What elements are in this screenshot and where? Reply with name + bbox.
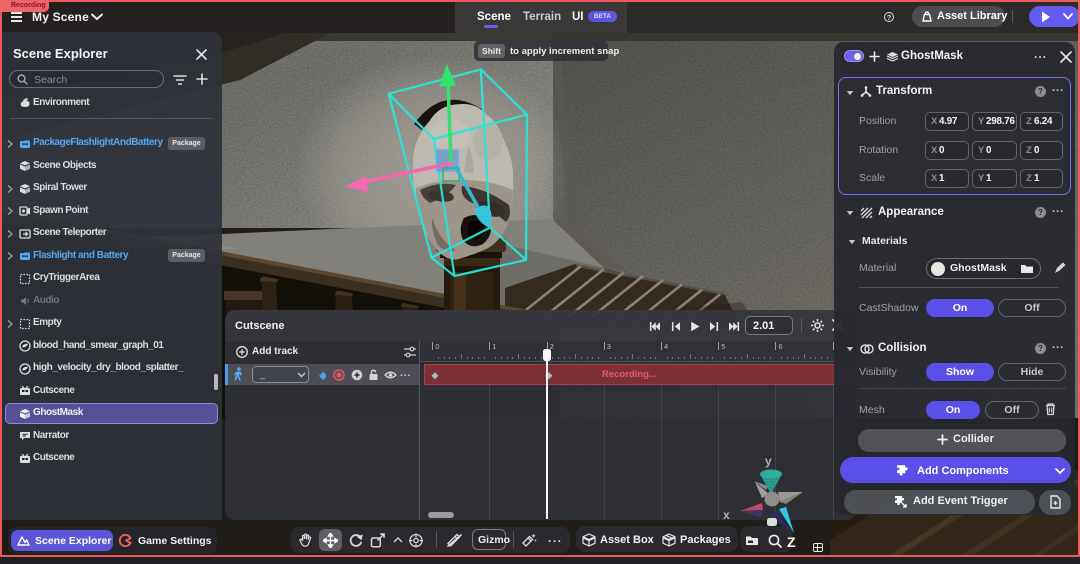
svg-text:Z: Z (787, 534, 796, 550)
svg-text:y: y (765, 454, 772, 468)
svg-text:x: x (723, 508, 730, 522)
